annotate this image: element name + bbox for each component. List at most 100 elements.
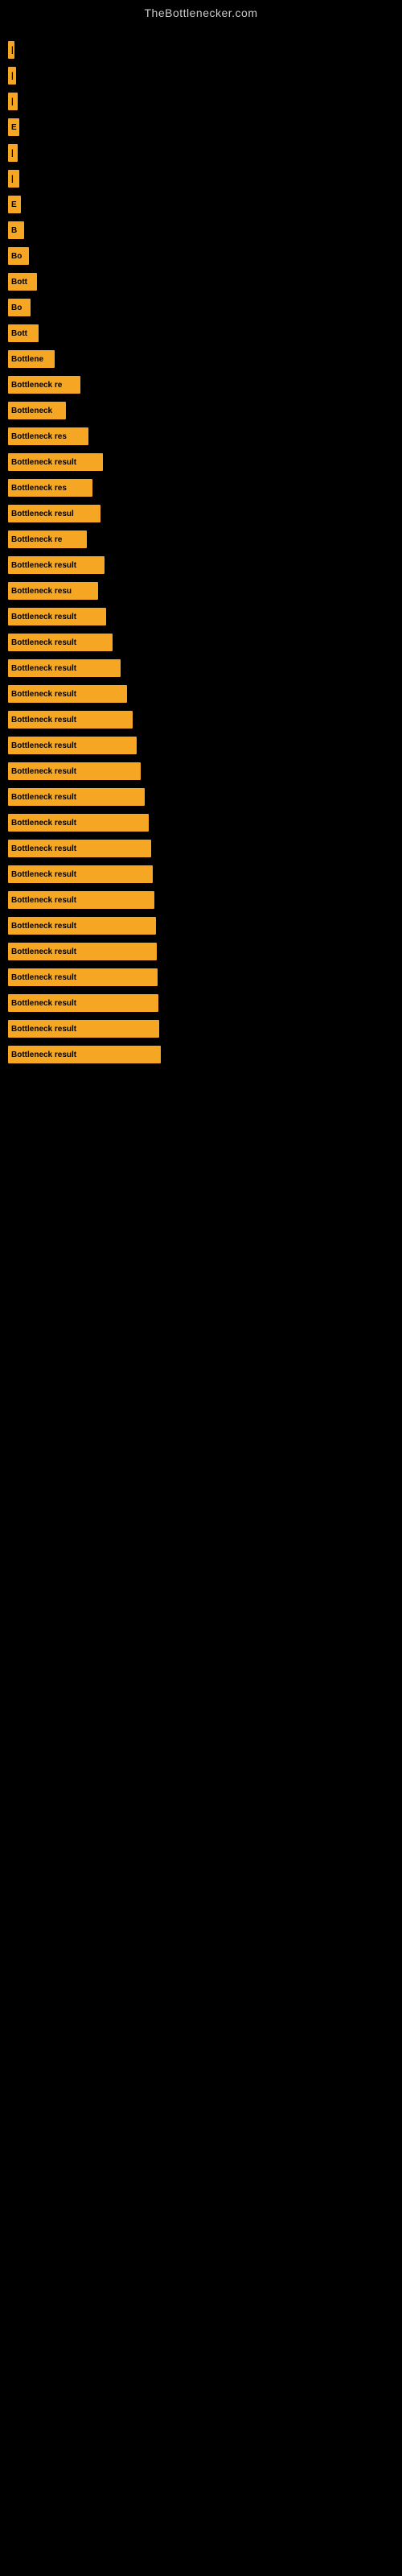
bar-row: Bottleneck result bbox=[8, 631, 394, 654]
bar: Bottleneck result bbox=[8, 453, 103, 471]
bar-row: Bo bbox=[8, 245, 394, 267]
bar-label: Bottleneck result bbox=[11, 716, 76, 724]
bar-label: Bott bbox=[11, 278, 27, 287]
bar-label: Bottleneck result bbox=[11, 638, 76, 647]
bar: Bottleneck result bbox=[8, 814, 149, 832]
bar-label: Bottleneck result bbox=[11, 561, 76, 570]
bar-row: Bottlene bbox=[8, 348, 394, 370]
bar: Bottleneck re bbox=[8, 376, 80, 394]
bar-row: B bbox=[8, 219, 394, 242]
bar-label: Bo bbox=[11, 303, 22, 312]
bar-label: Bottleneck result bbox=[11, 1025, 76, 1034]
bar-label: Bottleneck result bbox=[11, 999, 76, 1008]
bar-row: Bottleneck result bbox=[8, 966, 394, 989]
bar-label: Bottleneck bbox=[11, 407, 52, 415]
bar-label: Bottleneck resu bbox=[11, 587, 72, 596]
bar-row: Bottleneck result bbox=[8, 940, 394, 963]
bar: Bottleneck result bbox=[8, 840, 151, 857]
bar-row: Bott bbox=[8, 322, 394, 345]
bar-label: | bbox=[11, 72, 14, 80]
bar: Bottleneck result bbox=[8, 634, 113, 651]
bar: | bbox=[8, 170, 19, 188]
bar-row: Bottleneck res bbox=[8, 425, 394, 448]
bar-label: Bottlene bbox=[11, 355, 43, 364]
bar-row: Bottleneck result bbox=[8, 451, 394, 473]
bar-row: Bottleneck result bbox=[8, 1043, 394, 1066]
bar-row: Bottleneck result bbox=[8, 605, 394, 628]
bar-row: Bottleneck bbox=[8, 399, 394, 422]
bar-label: Bottleneck result bbox=[11, 741, 76, 750]
bar: Bottleneck re bbox=[8, 530, 87, 548]
bar-row: Bottleneck result bbox=[8, 1018, 394, 1040]
bar-row: Bottleneck re bbox=[8, 528, 394, 551]
bar: Bottleneck result bbox=[8, 608, 106, 625]
bar-row: Bo bbox=[8, 296, 394, 319]
bar-row: Bottleneck resu bbox=[8, 580, 394, 602]
bar: Bottleneck result bbox=[8, 711, 133, 729]
bar-label: B bbox=[11, 226, 17, 235]
bars-container: | | | E | | E B Bo Bott Bo Bott Bottlene Bottleneck r… bbox=[0, 23, 402, 1077]
bar-label: Bo bbox=[11, 252, 22, 261]
bar-row: Bottleneck result bbox=[8, 657, 394, 679]
bar-row: | bbox=[8, 39, 394, 61]
bar-row: Bottleneck res bbox=[8, 477, 394, 499]
bar-label: Bottleneck result bbox=[11, 947, 76, 956]
bar: | bbox=[8, 144, 18, 162]
bar-row: Bottleneck resul bbox=[8, 502, 394, 525]
bar-row: Bottleneck result bbox=[8, 992, 394, 1014]
bar-row: Bottleneck result bbox=[8, 889, 394, 911]
bar: Bottleneck result bbox=[8, 685, 127, 703]
bar-label: | bbox=[11, 46, 14, 55]
bar-row: | bbox=[8, 64, 394, 87]
bar-row: Bottleneck result bbox=[8, 837, 394, 860]
bar-label: Bottleneck result bbox=[11, 690, 76, 699]
bar-label: Bottleneck result bbox=[11, 613, 76, 621]
bar: E bbox=[8, 196, 21, 213]
bar: Bottleneck result bbox=[8, 943, 157, 960]
bar: E bbox=[8, 118, 19, 136]
bar: Bottleneck resu bbox=[8, 582, 98, 600]
bar: Bottleneck res bbox=[8, 427, 88, 445]
bar: | bbox=[8, 67, 16, 85]
bar-label: Bottleneck result bbox=[11, 896, 76, 905]
bar: Bo bbox=[8, 299, 31, 316]
bar-label: | bbox=[11, 97, 14, 106]
bar-label: | bbox=[11, 149, 14, 158]
bar: Bott bbox=[8, 273, 37, 291]
bar-label: Bottleneck result bbox=[11, 973, 76, 982]
bar-label: Bottleneck result bbox=[11, 870, 76, 879]
bar: Bottleneck result bbox=[8, 865, 153, 883]
bar: Bottleneck result bbox=[8, 788, 145, 806]
bar-label: Bottleneck result bbox=[11, 793, 76, 802]
bar: Bo bbox=[8, 247, 29, 265]
bar-row: Bottleneck result bbox=[8, 554, 394, 576]
bar: Bottleneck result bbox=[8, 737, 137, 754]
bar-label: Bottleneck result bbox=[11, 664, 76, 673]
bar-row: E bbox=[8, 193, 394, 216]
bar-label: Bottleneck result bbox=[11, 819, 76, 828]
bar: Bottleneck resul bbox=[8, 505, 100, 522]
site-title-container: TheBottlenecker.com bbox=[0, 0, 402, 23]
bar-label: Bottleneck result bbox=[11, 922, 76, 931]
bar-row: | bbox=[8, 90, 394, 113]
bar: Bottlene bbox=[8, 350, 55, 368]
bar: B bbox=[8, 221, 24, 239]
bar-row: E bbox=[8, 116, 394, 138]
bar-label: Bottleneck result bbox=[11, 1051, 76, 1059]
bar-row: Bottleneck re bbox=[8, 374, 394, 396]
bar-row: Bottleneck result bbox=[8, 760, 394, 782]
bar: Bottleneck bbox=[8, 402, 66, 419]
bar-row: Bottleneck result bbox=[8, 786, 394, 808]
bar: Bottleneck result bbox=[8, 762, 141, 780]
bar: Bottleneck result bbox=[8, 891, 154, 909]
bar: Bottleneck res bbox=[8, 479, 92, 497]
bar-row: Bottleneck result bbox=[8, 708, 394, 731]
bar: Bottleneck result bbox=[8, 556, 105, 574]
bar-row: Bottleneck result bbox=[8, 683, 394, 705]
bar: | bbox=[8, 93, 18, 110]
bar-row: | bbox=[8, 142, 394, 164]
bar: Bottleneck result bbox=[8, 659, 121, 677]
bar-label: Bottleneck re bbox=[11, 535, 62, 544]
bar: Bott bbox=[8, 324, 39, 342]
bar: Bottleneck result bbox=[8, 1020, 159, 1038]
